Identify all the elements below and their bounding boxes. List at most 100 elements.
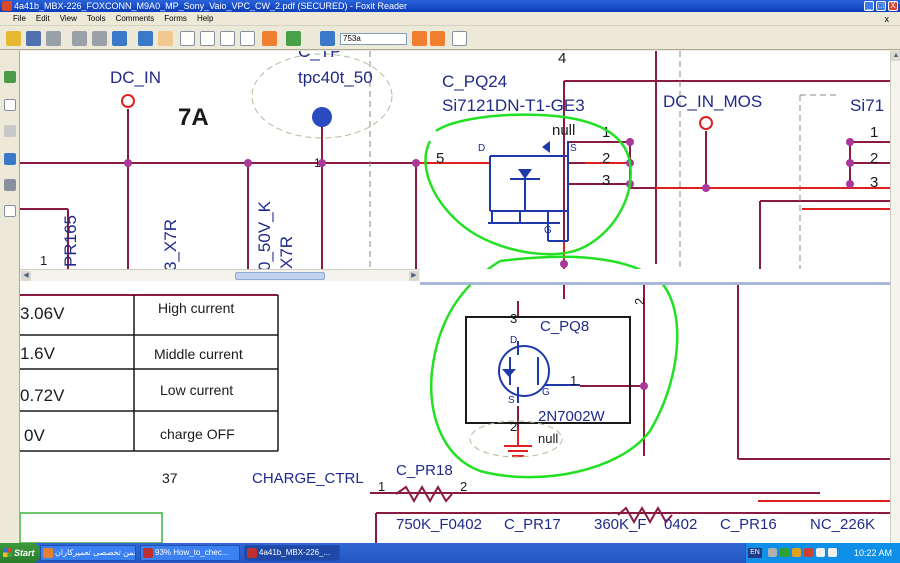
menu-tools[interactable]: Tools [82, 12, 111, 25]
pin-4: 4 [558, 51, 566, 67]
layers-icon[interactable] [4, 125, 16, 137]
pq8-pin-2: 2 [510, 419, 517, 434]
part-fragment-si71: Si71 [850, 96, 884, 115]
mode-row-4: charge OFF [160, 426, 235, 442]
search-options-icon[interactable] [452, 31, 467, 46]
pin-2: 2 [602, 150, 610, 167]
title-bar: 4a41b_MBX-226_FOXCONN_M9A0_MP_Sony_Vaio_… [0, 0, 900, 12]
pq8-pin-3: 3 [510, 311, 517, 326]
mosfet-part-pq24: Si7121DN-T1-GE3 [442, 96, 585, 115]
voltage-row-2: 1.6V [20, 344, 56, 363]
taskbar-item-foxit[interactable]: 4a41b_MBX-226_... [244, 545, 340, 561]
search-input[interactable]: 753a [340, 33, 407, 45]
pane-splitter[interactable] [420, 282, 890, 285]
net-charge-ctrl: CHARGE_CTRL [252, 470, 364, 487]
mode-row-2: Middle current [154, 346, 243, 362]
scroll-right-icon[interactable]: ▶ [409, 271, 419, 281]
vertical-scrollbar[interactable]: ▲ [890, 51, 900, 543]
firefox-icon [43, 548, 53, 558]
document-view[interactable]: DC_IN DC_IN_MOS Si71 tpc40t_50 C_TP C_PQ… [20, 51, 890, 543]
taskbar-item-forum[interactable]: انجمن تخصصی تعمیرکاران [40, 545, 136, 561]
page-number: 37 [162, 470, 178, 486]
taskbar: Start انجمن تخصصی تعمیرکاران 93% How_to_… [0, 543, 900, 563]
resistor-ref-pr16: C_PR16 [720, 516, 777, 533]
navigation-panel [0, 51, 20, 543]
mosfet-part-pq8: 2N7002W [538, 408, 606, 425]
minimize-button[interactable]: _ [864, 1, 874, 11]
select-arrow-icon[interactable] [200, 31, 215, 46]
pq8-s-label: S [508, 395, 515, 406]
tray-icon-2[interactable] [780, 548, 789, 557]
start-button[interactable]: Start [0, 543, 40, 563]
mosfet-pq24-symbol [488, 141, 569, 242]
pin-g-label: G [544, 225, 552, 236]
current-label-7a: 7A [178, 104, 209, 131]
system-tray: EN 10:22 AM [745, 543, 900, 563]
mosfet-ref-pq8: C_PQ8 [540, 318, 589, 335]
menu-edit[interactable]: Edit [31, 12, 55, 25]
close-document-icon[interactable]: x [880, 12, 895, 26]
clock[interactable]: 10:22 AM [854, 543, 892, 563]
pr18-pin-2: 2 [460, 479, 467, 494]
dc-in-mos-test-point [699, 116, 713, 130]
find-previous-icon[interactable] [412, 31, 427, 46]
menu-forms[interactable]: Forms [159, 12, 192, 25]
attachments-icon[interactable] [4, 179, 16, 191]
taskbar-item-how-to-check[interactable]: 93% How_to_chec... [140, 545, 240, 561]
pin-3: 3 [602, 172, 610, 189]
bookmarks-icon[interactable] [4, 71, 16, 83]
find-icon[interactable] [320, 31, 335, 46]
resistor-value-360k: 360K_F [594, 516, 647, 533]
pdf-icon [143, 548, 153, 558]
tray-icon-1[interactable] [768, 548, 777, 557]
tray-icon-5[interactable] [816, 548, 825, 557]
maximize-button[interactable]: □ [876, 1, 886, 11]
tray-icon-3[interactable] [792, 548, 801, 557]
pdf-icon [247, 548, 257, 558]
horizontal-scrollbar[interactable]: ◀ ▶ [20, 269, 420, 281]
snapshot-icon[interactable] [220, 31, 235, 46]
windows-logo-icon [3, 548, 12, 557]
mosfet-arrow-icon [518, 169, 532, 179]
save-icon[interactable] [26, 31, 41, 46]
resistor-pr165-label: PR165 [61, 215, 80, 267]
facebook-icon[interactable] [112, 31, 127, 46]
null-label: null [552, 122, 575, 139]
foxit-app-icon[interactable] [2, 1, 12, 11]
comments-icon[interactable] [4, 153, 16, 165]
signatures-icon[interactable] [4, 205, 16, 217]
stamp-icon[interactable] [262, 31, 277, 46]
text-select-icon[interactable] [180, 31, 195, 46]
typewriter-icon[interactable] [286, 31, 301, 46]
scrollbar-thumb[interactable] [235, 272, 325, 280]
email-icon[interactable] [92, 31, 107, 46]
find-next-icon[interactable] [430, 31, 445, 46]
hand-tool-icon[interactable] [158, 31, 173, 46]
print-icon[interactable] [72, 31, 87, 46]
mode-row-1: High current [158, 300, 234, 316]
scroll-left-icon[interactable]: ◀ [21, 271, 31, 281]
page-icon[interactable] [240, 31, 255, 46]
test-pad-tpc40t [312, 107, 332, 127]
pages-icon[interactable] [4, 99, 16, 111]
print-setup-icon[interactable] [46, 31, 61, 46]
menu-file[interactable]: File [8, 12, 31, 25]
dc-in-test-point [121, 94, 135, 108]
menu-comments[interactable]: Comments [111, 12, 160, 25]
tray-icon-4[interactable] [804, 548, 813, 557]
scroll-up-icon[interactable]: ▲ [891, 51, 900, 61]
menu-view[interactable]: View [55, 12, 82, 25]
fullscreen-icon[interactable] [138, 31, 153, 46]
open-icon[interactable] [6, 31, 21, 46]
menu-help[interactable]: Help [192, 12, 218, 25]
pin-1-tp: 1 [314, 156, 321, 170]
volume-icon[interactable] [828, 548, 837, 557]
language-indicator[interactable]: EN [748, 548, 762, 558]
close-button[interactable]: X [888, 1, 898, 11]
resistor-ref-pr18: C_PR18 [396, 462, 453, 479]
toolbar: 753a [0, 26, 900, 50]
cap-x7r-label: 3_X7R [161, 219, 180, 271]
cap-x7r2-label: X7R [277, 236, 296, 269]
cap-50v-label: 0_50V_K [255, 200, 274, 271]
net-label-dc-in: DC_IN [110, 68, 161, 87]
